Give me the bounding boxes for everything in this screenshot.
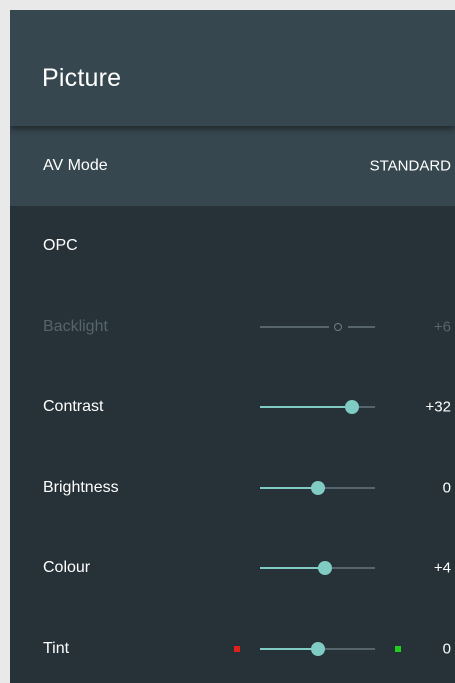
page-title: Picture bbox=[42, 64, 122, 92]
colour-slider-fill bbox=[260, 567, 325, 569]
backlight-slider-knob bbox=[334, 323, 343, 331]
colour-label: Colour bbox=[43, 559, 91, 576]
contrast-value: +32 bbox=[425, 398, 451, 416]
backlight-slider-track-left bbox=[260, 326, 329, 328]
backlight-slider-track-right bbox=[348, 326, 375, 328]
av-mode-row[interactable]: AV Mode STANDARD bbox=[10, 126, 455, 206]
tint-slider-fill bbox=[260, 648, 318, 650]
backlight-label: Backlight bbox=[43, 318, 108, 335]
contrast-row[interactable]: Contrast +32 bbox=[10, 367, 455, 447]
panel-header: Picture bbox=[10, 10, 455, 126]
backlight-slider bbox=[260, 323, 375, 331]
tint-slider[interactable] bbox=[260, 642, 375, 656]
backlight-row: Backlight +6 bbox=[10, 287, 455, 367]
brightness-slider-fill bbox=[260, 487, 318, 489]
opc-label: OPC bbox=[43, 237, 78, 254]
brightness-slider[interactable] bbox=[260, 481, 375, 495]
contrast-slider-fill bbox=[260, 406, 352, 408]
colour-row[interactable]: Colour +4 bbox=[10, 528, 455, 608]
colour-slider[interactable] bbox=[260, 561, 375, 575]
tint-row[interactable]: Tint 0 bbox=[10, 609, 455, 683]
tint-label: Tint bbox=[43, 640, 70, 657]
tint-value: 0 bbox=[442, 640, 451, 658]
tint-red-indicator bbox=[234, 646, 240, 652]
contrast-slider[interactable] bbox=[260, 400, 375, 414]
tint-slider-knob[interactable] bbox=[310, 642, 325, 656]
av-mode-label: AV Mode bbox=[43, 157, 108, 174]
brightness-value: 0 bbox=[442, 479, 451, 497]
colour-value: +4 bbox=[433, 559, 451, 577]
tint-green-indicator bbox=[395, 646, 401, 652]
contrast-label: Contrast bbox=[43, 398, 104, 415]
brightness-label: Brightness bbox=[43, 479, 119, 496]
brightness-slider-knob[interactable] bbox=[310, 481, 325, 495]
opc-row[interactable]: OPC bbox=[10, 206, 455, 286]
brightness-row[interactable]: Brightness 0 bbox=[10, 448, 455, 528]
backlight-value: +6 bbox=[433, 318, 451, 336]
colour-slider-knob[interactable] bbox=[317, 561, 332, 575]
picture-settings-panel: Picture AV Mode STANDARD OPC Backlight +… bbox=[10, 10, 455, 683]
contrast-slider-knob[interactable] bbox=[345, 400, 359, 414]
av-mode-value: STANDARD bbox=[369, 157, 451, 175]
